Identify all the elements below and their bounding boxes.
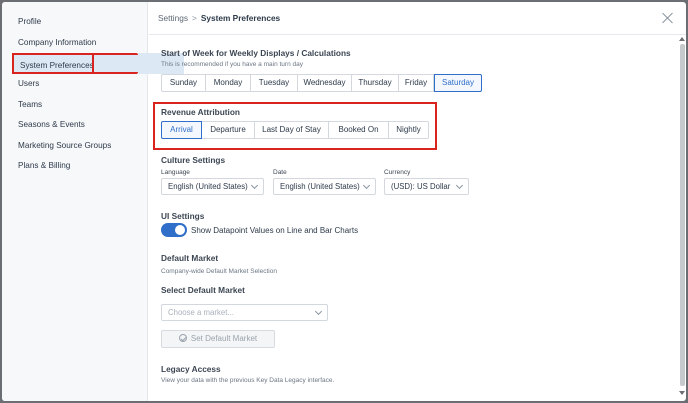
- sidebar-item-label: System Preferences: [20, 61, 94, 70]
- chevron-down-icon: [362, 181, 371, 190]
- revenue-option-departure[interactable]: Departure: [202, 121, 255, 139]
- chevron-down-icon: [455, 181, 464, 190]
- breadcrumb: Settings > System Preferences: [158, 13, 280, 23]
- language-label: Language: [161, 169, 190, 176]
- currency-label: Currency: [384, 169, 411, 176]
- week-option-monday[interactable]: Monday: [206, 74, 251, 92]
- week-option-wednesday[interactable]: Wednesday: [298, 74, 352, 92]
- revenue-attribution-title: Revenue Attribution: [161, 107, 240, 117]
- week-option-friday[interactable]: Friday: [399, 74, 434, 92]
- week-start-segmented: Sunday Monday Tuesday Wednesday Thursday…: [161, 74, 482, 92]
- datapoint-values-toggle[interactable]: [161, 223, 187, 237]
- week-option-sunday[interactable]: Sunday: [161, 74, 206, 92]
- settings-modal: Profile Company Information System Prefe…: [2, 2, 686, 401]
- sidebar-item-users[interactable]: Users: [12, 73, 138, 94]
- breadcrumb-root[interactable]: Settings: [158, 13, 188, 23]
- sidebar-item-marketing-source-groups[interactable]: Marketing Source Groups: [12, 135, 138, 156]
- date-select[interactable]: English (United States): [273, 178, 376, 195]
- language-select[interactable]: English (United States): [161, 178, 264, 195]
- language-value: English (United States): [168, 182, 248, 191]
- default-market-placeholder: Choose a market...: [168, 308, 234, 317]
- legacy-access-hint: View your data with the previous Key Dat…: [161, 377, 335, 384]
- revenue-option-arrival[interactable]: Arrival: [161, 121, 202, 139]
- sidebar-item-company-information[interactable]: Company Information: [12, 32, 138, 53]
- date-label: Date: [273, 169, 287, 176]
- datapoint-values-toggle-label: Show Datapoint Values on Line and Bar Ch…: [191, 226, 359, 235]
- select-default-market-title: Select Default Market: [161, 285, 245, 295]
- chevron-down-icon: [314, 307, 323, 316]
- scroll-up-arrow-icon[interactable]: [679, 37, 685, 41]
- revenue-attribution-segmented: Arrival Departure Last Day of Stay Booke…: [161, 121, 429, 139]
- chevron-down-icon: [250, 181, 259, 190]
- legacy-access-title: Legacy Access: [161, 364, 221, 374]
- set-default-market-label: Set Default Market: [190, 334, 258, 343]
- scrollbar-thumb[interactable]: [680, 44, 685, 386]
- modal-header: Settings > System Preferences: [149, 2, 686, 35]
- sidebar-item-seasons-events[interactable]: Seasons & Events: [12, 114, 138, 135]
- default-market-select[interactable]: Choose a market...: [161, 304, 328, 321]
- default-market-title: Default Market: [161, 253, 219, 263]
- revenue-option-last-day-of-stay[interactable]: Last Day of Stay: [255, 121, 329, 139]
- sidebar-item-plans-billing[interactable]: Plans & Billing: [12, 155, 138, 176]
- sidebar-item-profile[interactable]: Profile: [12, 11, 138, 32]
- breadcrumb-separator: >: [191, 13, 197, 23]
- close-icon[interactable]: [662, 12, 674, 24]
- sidebar-item-system-preferences[interactable]: System Preferences: [12, 53, 184, 74]
- currency-value: (USD): US Dollar: [391, 182, 451, 191]
- currency-select[interactable]: (USD): US Dollar: [384, 178, 469, 195]
- settings-sidebar: Profile Company Information System Prefe…: [2, 2, 184, 401]
- revenue-option-nightly[interactable]: Nightly: [389, 121, 429, 139]
- scroll-down-arrow-icon[interactable]: [679, 391, 685, 395]
- week-start-hint: This is recommended if you have a main t…: [161, 61, 303, 68]
- culture-settings-title: Culture Settings: [161, 155, 226, 165]
- breadcrumb-current: System Preferences: [200, 13, 281, 23]
- check-circle-icon: [178, 334, 187, 342]
- revenue-option-booked-on[interactable]: Booked On: [329, 121, 389, 139]
- week-option-tuesday[interactable]: Tuesday: [251, 74, 298, 92]
- default-market-hint: Company-wide Default Market Selection: [161, 268, 277, 275]
- date-value: English (United States): [280, 182, 360, 191]
- week-option-thursday[interactable]: Thursday: [352, 74, 399, 92]
- week-option-saturday[interactable]: Saturday: [434, 74, 482, 92]
- ui-settings-title: UI Settings: [161, 211, 205, 221]
- week-start-title: Start of Week for Weekly Displays / Calc…: [161, 48, 351, 58]
- set-default-market-button[interactable]: Set Default Market: [161, 330, 275, 348]
- sidebar-item-teams[interactable]: Teams: [12, 94, 138, 115]
